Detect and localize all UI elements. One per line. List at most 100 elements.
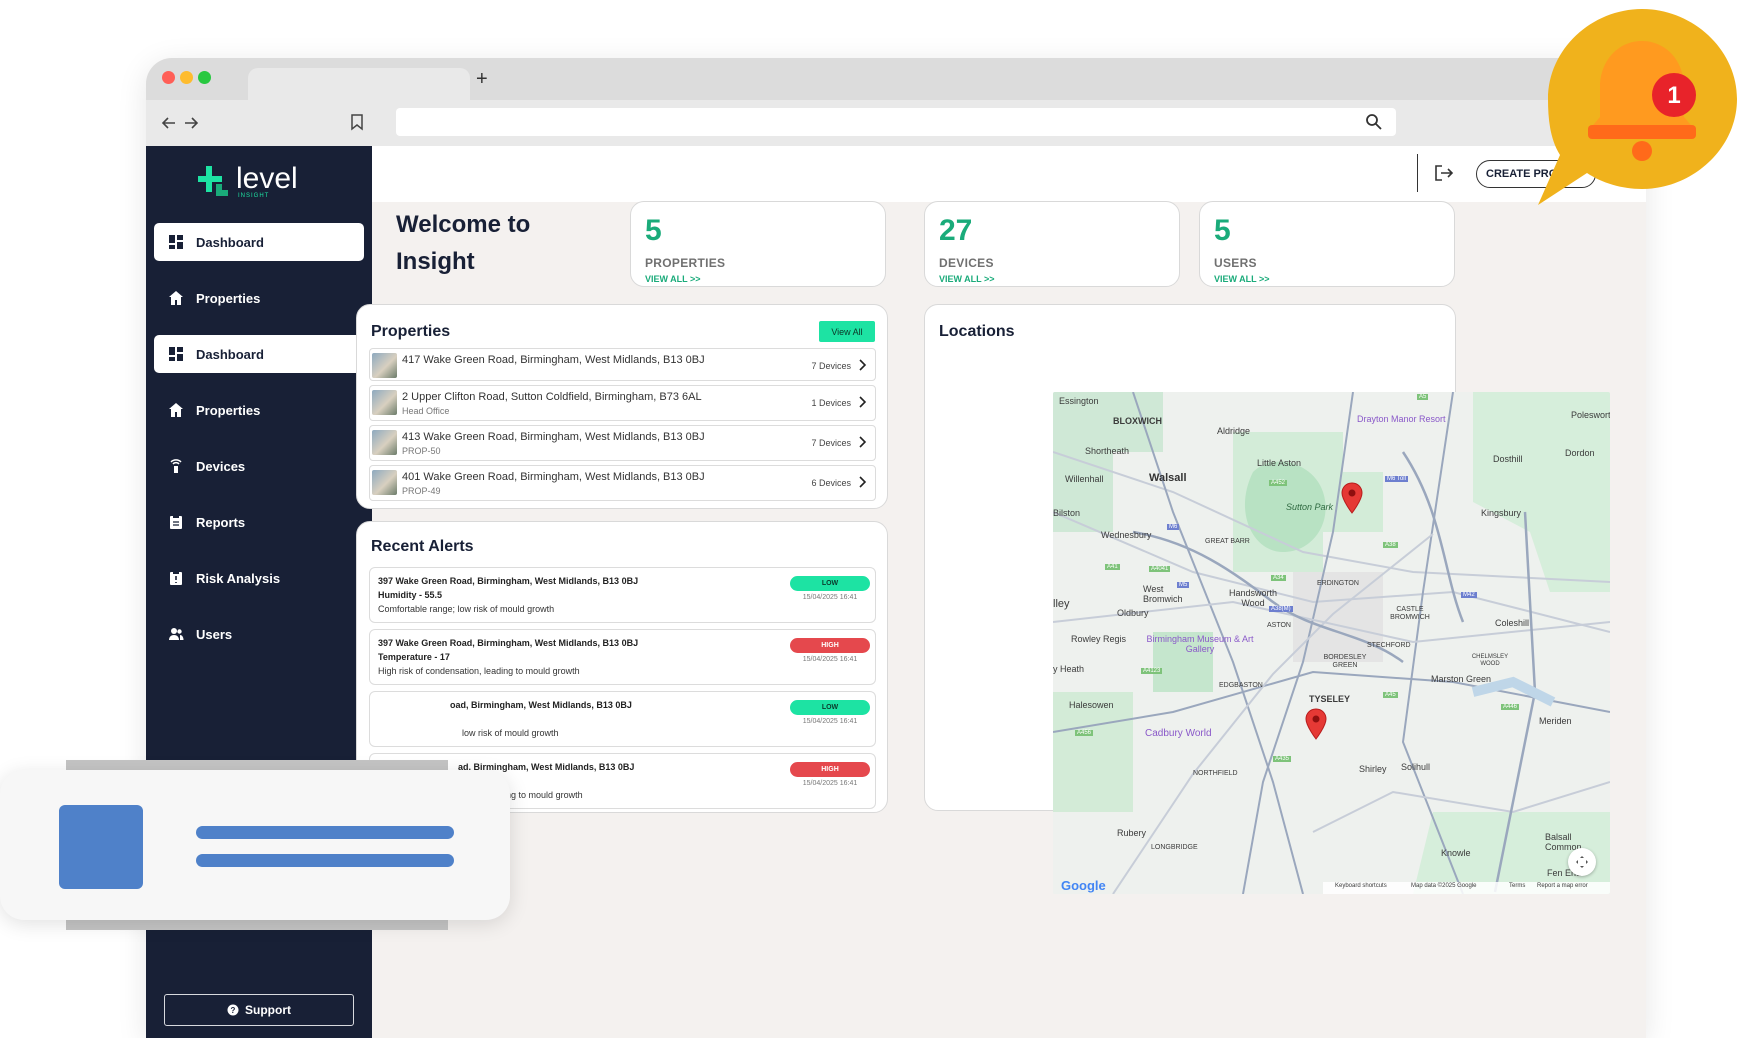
top-bar <box>372 146 1646 202</box>
map-label: Oldbury <box>1117 608 1149 618</box>
sidebar-item-risk-analysis[interactable]: Risk Analysis <box>154 559 364 597</box>
back-arrow-icon[interactable] <box>161 115 177 131</box>
sidebar-item-properties[interactable]: Properties <box>154 391 364 429</box>
card-title: Properties <box>371 323 451 340</box>
support-button[interactable]: ? Support <box>164 994 354 1026</box>
view-all-link[interactable]: VIEW ALL >> <box>1214 274 1270 284</box>
view-all-link[interactable]: VIEW ALL >> <box>645 274 701 284</box>
report-map-error-link[interactable]: Report a map error <box>1537 883 1588 889</box>
new-tab-button[interactable]: + <box>476 68 488 90</box>
search-icon[interactable] <box>1364 112 1384 132</box>
maximize-window-dot[interactable] <box>198 71 211 84</box>
terms-link[interactable]: Terms <box>1509 883 1525 889</box>
chevron-right-icon[interactable] <box>857 475 867 489</box>
close-window-dot[interactable] <box>162 71 175 84</box>
sidebar-item-reports[interactable]: Reports <box>154 503 364 541</box>
sidebar-item-dashboard[interactable]: Dashboard <box>154 335 364 373</box>
sidebar-item-devices[interactable]: Devices <box>154 447 364 485</box>
stat-card-devices[interactable]: 27 DEVICES VIEW ALL >> <box>924 201 1180 287</box>
grid-icon <box>169 347 183 361</box>
road-shield: A38 <box>1383 542 1398 548</box>
map-background <box>1053 392 1610 894</box>
map-label: Dordon <box>1565 448 1595 458</box>
map-label: NORTHFIELD <box>1193 770 1238 777</box>
map-label: EDGBASTON <box>1219 682 1263 689</box>
stat-card-users[interactable]: 5 USERS VIEW ALL >> <box>1199 201 1455 287</box>
device-count: 7 Devices <box>811 438 851 448</box>
device-icon <box>170 459 182 473</box>
map-label: Coleshill <box>1495 618 1530 628</box>
map-label: LONGBRIDGE <box>1151 844 1198 851</box>
minimize-window-dot[interactable] <box>180 71 193 84</box>
notification-bell-icon[interactable]: 1 <box>1538 5 1748 205</box>
chevron-right-icon[interactable] <box>857 358 867 372</box>
map-label: Birmingham Museum & Art Gallery <box>1146 634 1254 654</box>
map-label: Bilston <box>1053 508 1081 518</box>
property-row[interactable]: 413 Wake Green Road, Birmingham, West Mi… <box>369 425 876 461</box>
map-label: Cadbury World <box>1145 728 1212 739</box>
sidebar-item-label: Users <box>196 626 233 642</box>
chevron-right-icon[interactable] <box>857 395 867 409</box>
map-label: Meriden <box>1539 716 1572 726</box>
keyboard-shortcuts-link[interactable]: Keyboard shortcuts <box>1335 883 1387 889</box>
url-input[interactable] <box>396 108 1396 136</box>
map-fullscreen-button[interactable] <box>1568 848 1596 876</box>
forward-arrow-icon[interactable] <box>183 115 199 131</box>
road-shield: A4123 <box>1141 668 1163 674</box>
property-thumbnail <box>372 430 397 455</box>
properties-card: Properties View All 417 Wake Green Road,… <box>356 304 888 509</box>
map-label: Drayton Manor Resort <box>1357 414 1446 424</box>
map-label: ASTON <box>1267 622 1291 629</box>
map-label: Kingsbury <box>1481 508 1522 518</box>
alert-measurement: Humidity - 55.5 <box>378 590 443 600</box>
map-label: TYSELEY <box>1309 694 1351 704</box>
chevron-right-icon[interactable] <box>857 435 867 449</box>
property-address: 2 Upper Clifton Road, Sutton Coldfield, … <box>402 391 702 403</box>
map-label: Knowle <box>1441 848 1471 858</box>
sidebar-item-properties[interactable]: Properties <box>154 279 364 317</box>
sidebar-item-users[interactable]: Users <box>154 615 364 653</box>
support-label: Support <box>245 1003 291 1017</box>
view-all-button[interactable]: View All <box>819 321 875 342</box>
map-label: STECHFORD <box>1367 642 1411 649</box>
view-all-link[interactable]: VIEW ALL >> <box>939 274 995 284</box>
bookmark-icon[interactable] <box>350 114 364 131</box>
map-label: lley <box>1053 598 1070 610</box>
map-label: Marston Green <box>1431 674 1492 684</box>
property-row[interactable]: 2 Upper Clifton Road, Sutton Coldfield, … <box>369 385 876 421</box>
stat-card-properties[interactable]: 5 PROPERTIES VIEW ALL >> <box>630 201 886 287</box>
map-pin-icon[interactable] <box>1341 482 1363 514</box>
property-row[interactable]: 417 Wake Green Road, Birmingham, West Mi… <box>369 348 876 381</box>
level-logo-icon <box>198 166 228 196</box>
property-address: 413 Wake Green Road, Birmingham, West Mi… <box>402 431 705 443</box>
placeholder-image <box>59 805 143 889</box>
sidebar-item-label: Risk Analysis <box>196 570 281 586</box>
alert-row[interactable]: 397 Wake Green Road, Birmingham, West Mi… <box>369 567 876 623</box>
property-address: 417 Wake Green Road, Birmingham, West Mi… <box>402 354 705 366</box>
brand-name: level <box>236 162 298 195</box>
severity-badge: LOW <box>790 576 870 591</box>
alert-timestamp: 15/04/2025 16:41 <box>802 656 858 663</box>
stat-label: USERS <box>1214 256 1257 270</box>
card-title: Recent Alerts <box>371 538 474 555</box>
road-shield: A38(M) <box>1269 606 1293 612</box>
logout-icon[interactable] <box>1434 164 1454 182</box>
map-label: Willenhall <box>1065 474 1104 484</box>
sidebar-item-dashboard[interactable]: Dashboard <box>154 223 364 261</box>
alert-row[interactable]: oad, Birmingham, West Midlands, B13 0BJ … <box>369 691 876 747</box>
property-row[interactable]: 401 Wake Green Road, Birmingham, West Mi… <box>369 465 876 501</box>
locations-map[interactable]: Essington BLOXWICH Walsall Aldridge Dray… <box>1053 392 1610 894</box>
property-subtitle: Head Office <box>402 406 450 416</box>
welcome-heading: Welcome to Insight <box>396 206 530 280</box>
browser-tab[interactable] <box>248 68 470 100</box>
map-label: Shortheath <box>1085 446 1130 456</box>
alert-row[interactable]: 397 Wake Green Road, Birmingham, West Mi… <box>369 629 876 685</box>
road-shield: A4041 <box>1149 566 1171 572</box>
map-pin-icon[interactable] <box>1305 708 1327 740</box>
users-icon <box>169 628 184 640</box>
welcome-line-1: Welcome to <box>396 211 531 238</box>
severity-badge: HIGH <box>790 638 870 653</box>
severity-badge: LOW <box>790 700 870 715</box>
alert-timestamp: 15/04/2025 16:41 <box>802 594 858 601</box>
map-label: CASTLE BROMWICH <box>1390 606 1430 621</box>
